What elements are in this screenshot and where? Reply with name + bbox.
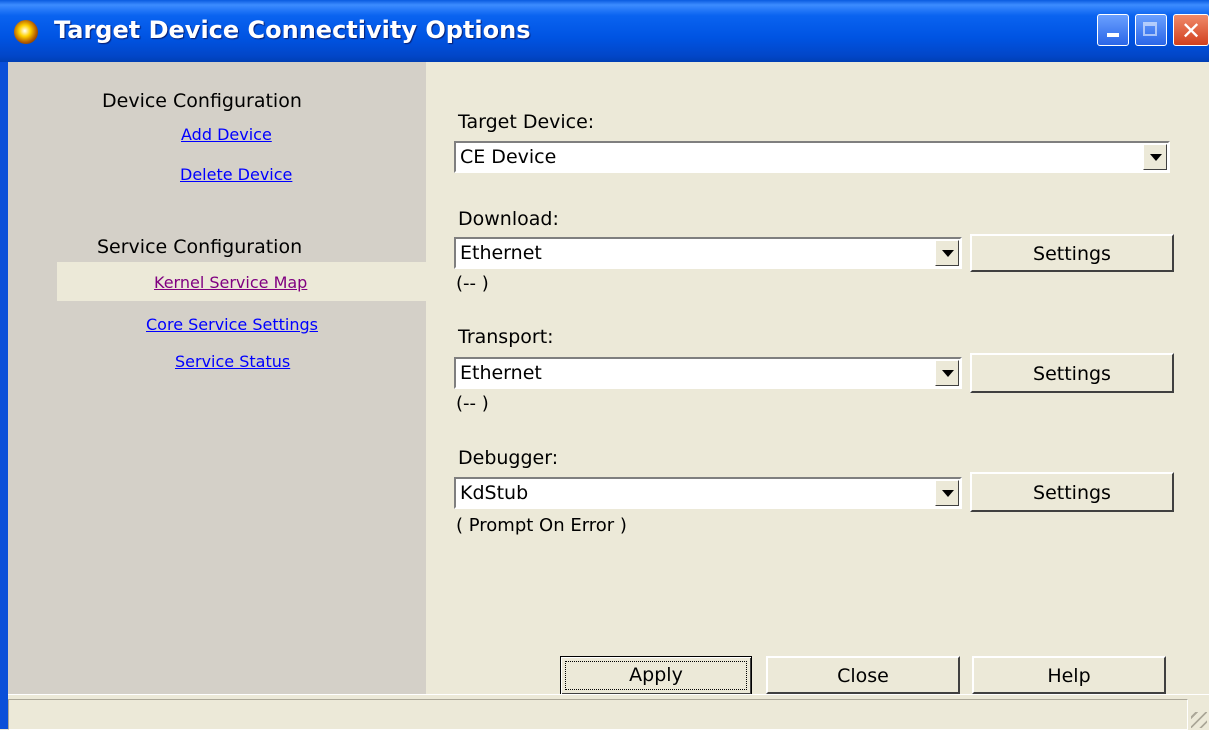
status-bar bbox=[8, 694, 1209, 730]
debugger-value: KdStub bbox=[460, 482, 529, 504]
transport-settings-button[interactable]: Settings bbox=[970, 353, 1174, 393]
download-select[interactable]: Ethernet bbox=[454, 237, 962, 269]
resize-grip-icon[interactable] bbox=[1191, 712, 1207, 728]
close-button[interactable]: Close bbox=[766, 656, 960, 694]
chevron-down-icon[interactable] bbox=[935, 240, 959, 266]
title-bar[interactable]: Target Device Connectivity Options ✕ bbox=[0, 0, 1209, 62]
download-value: Ethernet bbox=[460, 242, 542, 264]
download-settings-button[interactable]: Settings bbox=[970, 234, 1174, 272]
status-panel bbox=[8, 699, 1188, 730]
maximize-button[interactable] bbox=[1135, 14, 1167, 46]
close-icon: ✕ bbox=[1180, 17, 1202, 45]
target-device-select[interactable]: CE Device bbox=[454, 141, 1170, 173]
help-button[interactable]: Help bbox=[972, 656, 1166, 694]
maximize-icon bbox=[1143, 22, 1157, 36]
debugger-select[interactable]: KdStub bbox=[454, 477, 962, 509]
transport-status: (-- ) bbox=[456, 393, 489, 414]
debugger-label: Debugger: bbox=[458, 447, 559, 469]
window-frame bbox=[0, 62, 8, 729]
transport-value: Ethernet bbox=[460, 362, 542, 384]
target-device-label: Target Device: bbox=[458, 111, 595, 133]
delete-device-link[interactable]: Delete Device bbox=[180, 165, 292, 184]
download-label: Download: bbox=[458, 208, 559, 230]
service-status-link[interactable]: Service Status bbox=[175, 352, 290, 371]
transport-label: Transport: bbox=[458, 326, 554, 348]
core-service-settings-link[interactable]: Core Service Settings bbox=[146, 315, 318, 334]
kernel-service-map-link[interactable]: Kernel Service Map bbox=[154, 273, 307, 292]
apply-button[interactable]: Apply bbox=[560, 656, 752, 695]
target-device-value: CE Device bbox=[460, 146, 557, 168]
chevron-down-icon[interactable] bbox=[935, 480, 959, 506]
service-configuration-heading: Service Configuration bbox=[97, 236, 303, 258]
download-status: (-- ) bbox=[456, 273, 489, 294]
chevron-down-icon[interactable] bbox=[935, 360, 959, 386]
device-configuration-heading: Device Configuration bbox=[102, 90, 302, 112]
minimize-button[interactable] bbox=[1097, 14, 1129, 46]
chevron-down-icon[interactable] bbox=[1143, 144, 1167, 170]
debugger-settings-button[interactable]: Settings bbox=[970, 472, 1174, 512]
transport-select[interactable]: Ethernet bbox=[454, 357, 962, 389]
app-icon bbox=[14, 20, 38, 44]
debugger-status: ( Prompt On Error ) bbox=[456, 515, 627, 536]
window-close-button[interactable]: ✕ bbox=[1173, 14, 1209, 46]
minimize-icon bbox=[1107, 33, 1119, 37]
add-device-link[interactable]: Add Device bbox=[181, 125, 272, 144]
sidebar bbox=[8, 62, 426, 694]
window-title: Target Device Connectivity Options bbox=[54, 16, 531, 44]
